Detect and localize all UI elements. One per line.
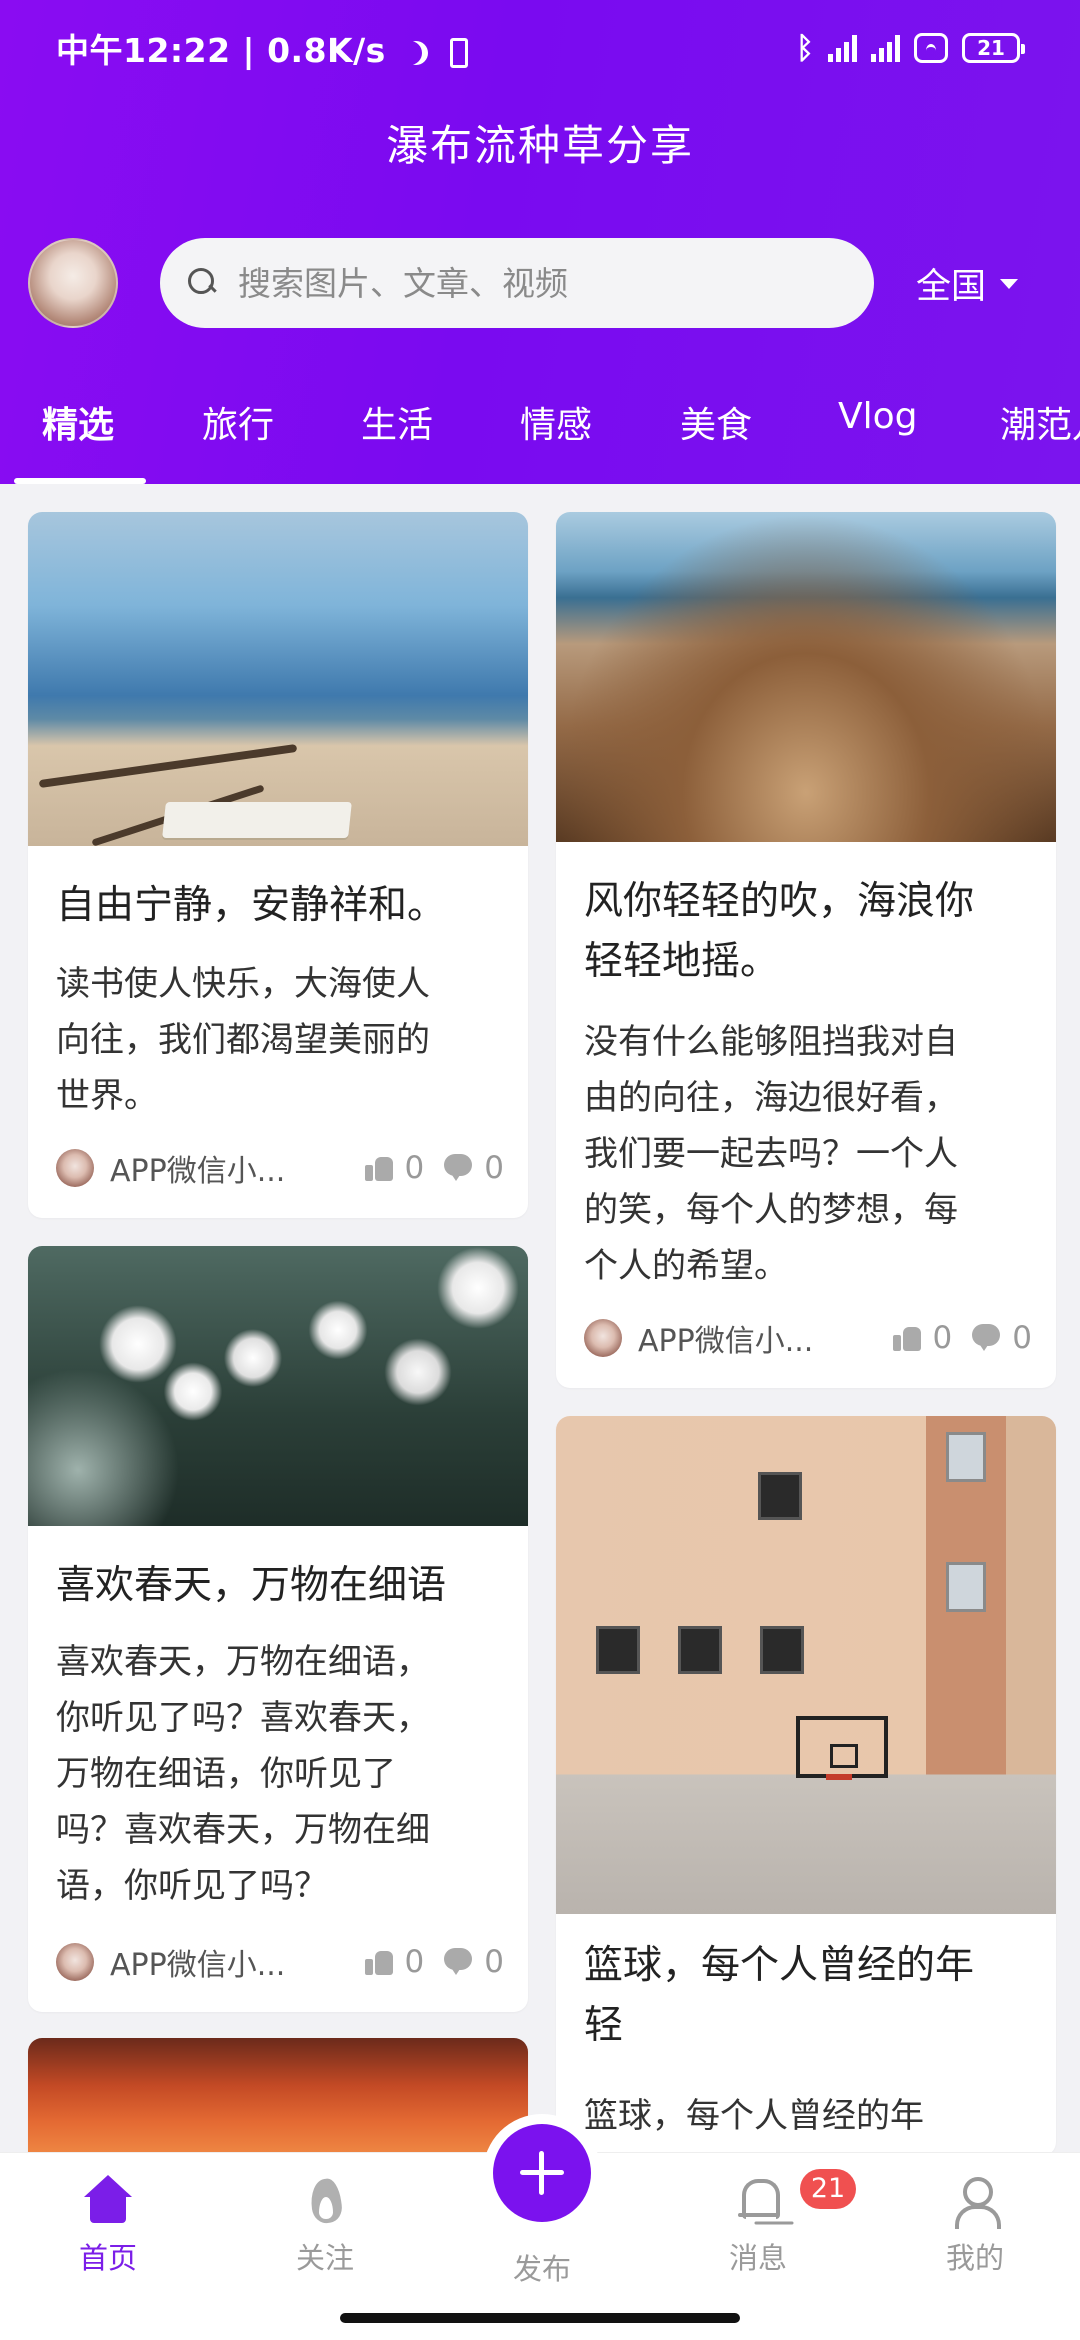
feed-card[interactable]: 自由宁静，安静祥和。 读书使人快乐，大海使人 向往，我们都渴望美丽的 世界。 A… xyxy=(28,512,528,1218)
tab-food[interactable]: 美食 xyxy=(680,396,752,448)
feed-card[interactable]: 风你轻轻的吹，海浪你 轻轻地摇。 没有什么能够阻挡我对自 由的向往，海边很好看，… xyxy=(556,512,1056,1388)
bluetooth-icon: ᛒ xyxy=(796,30,814,66)
publish-label: 发布 xyxy=(512,2252,571,2286)
home-indicator[interactable] xyxy=(340,2313,740,2323)
header: 中午12:22 | 0.8K/s ᛒ 21 瀑布流种草分享 全国 精选 旅行 生… xyxy=(0,0,1080,484)
nav-home-label: 首页 xyxy=(78,2241,137,2275)
author-name[interactable]: APP微信小... xyxy=(638,1316,873,1360)
like-stat[interactable]: 0 xyxy=(364,1944,424,1980)
card-image-shells-beach xyxy=(556,512,1056,842)
tab-fashion[interactable]: 潮范儿 xyxy=(1000,396,1080,448)
like-stat[interactable]: 0 xyxy=(892,1320,952,1356)
nav-mine-label: 我的 xyxy=(945,2241,1004,2275)
card-meta: APP微信小... 0 0 xyxy=(56,1146,504,1190)
nav-mine[interactable]: 我的 xyxy=(915,2175,1035,2277)
region-selector[interactable]: 全国 xyxy=(916,258,1019,309)
author-name[interactable]: APP微信小... xyxy=(110,1940,345,1984)
region-label: 全国 xyxy=(916,267,987,307)
nav-follow-label: 关注 xyxy=(295,2241,354,2275)
battery-icon: 21 xyxy=(962,33,1025,63)
fire-icon xyxy=(299,2175,351,2227)
card-title: 喜欢春天，万物在细语 xyxy=(56,1563,447,1608)
search-input[interactable] xyxy=(238,263,838,303)
card-description: 读书使人快乐，大海使人 向往，我们都渴望美丽的 世界。 xyxy=(56,964,430,1116)
signal-icon-2 xyxy=(871,34,900,62)
comment-icon xyxy=(444,1154,474,1182)
search-icon xyxy=(188,268,218,298)
unread-badge: 21 xyxy=(800,2169,856,2209)
tab-vlog[interactable]: Vlog xyxy=(838,396,918,437)
card-title: 自由宁静，安静祥和。 xyxy=(56,883,447,928)
author-avatar[interactable] xyxy=(56,1943,94,1981)
feed-card[interactable]: 篮球，每个人曾经的年 轻 篮球，每个人曾经的年 xyxy=(556,1416,1056,2156)
card-image-cherry-blossom xyxy=(28,1246,528,1526)
comment-icon xyxy=(972,1324,1002,1352)
page-title: 瀑布流种草分享 xyxy=(385,121,694,170)
active-tab-indicator xyxy=(14,478,146,484)
do-not-disturb-icon xyxy=(404,41,428,65)
nav-follow[interactable]: 关注 xyxy=(265,2175,385,2277)
comment-stat[interactable]: 0 xyxy=(444,1944,504,1980)
tab-life[interactable]: 生活 xyxy=(361,396,433,448)
nav-messages[interactable]: 21 消息 xyxy=(698,2169,856,2277)
wifi-icon xyxy=(914,33,948,63)
card-image-sunset xyxy=(28,2038,528,2158)
publish-button[interactable] xyxy=(493,2124,591,2222)
like-stat[interactable]: 0 xyxy=(364,1150,424,1186)
home-icon xyxy=(82,2175,134,2227)
card-image-basketball-court xyxy=(556,1416,1056,1914)
thumbs-up-icon xyxy=(364,1949,395,1975)
nav-home[interactable]: 首页 xyxy=(48,2175,168,2277)
tab-travel[interactable]: 旅行 xyxy=(202,396,274,448)
feed-card[interactable]: 喜欢春天，万物在细语 喜欢春天，万物在细语， 你听见了吗？喜欢春天， 万物在细语… xyxy=(28,1246,528,2012)
thumbs-up-icon xyxy=(364,1155,395,1181)
user-icon xyxy=(949,2175,1001,2229)
tab-emotion[interactable]: 情感 xyxy=(520,396,592,448)
tab-featured[interactable]: 精选 xyxy=(42,396,114,448)
comment-stat[interactable]: 0 xyxy=(972,1320,1032,1356)
status-icons: ᛒ 21 xyxy=(796,30,1025,66)
search-bar[interactable] xyxy=(160,238,874,328)
author-name[interactable]: APP微信小... xyxy=(110,1146,345,1190)
card-description: 篮球，每个人曾经的年 xyxy=(584,2096,924,2136)
author-avatar[interactable] xyxy=(56,1149,94,1187)
user-avatar[interactable] xyxy=(28,238,118,328)
nav-messages-label: 消息 xyxy=(728,2241,787,2275)
bell-icon: 21 xyxy=(732,2169,856,2227)
status-time-speed: 中午12:22 | 0.8K/s xyxy=(56,24,468,72)
signal-icon xyxy=(828,34,857,62)
comment-icon xyxy=(444,1948,474,1976)
vibrate-icon xyxy=(449,38,468,68)
card-title: 风你轻轻的吹，海浪你 轻轻地摇。 xyxy=(584,879,975,984)
card-meta: APP微信小... 0 0 xyxy=(584,1316,1032,1360)
author-avatar[interactable] xyxy=(584,1319,622,1357)
card-description: 喜欢春天，万物在细语， 你听见了吗？喜欢春天， 万物在细语，你听见了 吗？喜欢春… xyxy=(56,1642,430,1906)
status-time-text: 中午12:22 | 0.8K/s xyxy=(56,31,386,70)
status-bar: 中午12:22 | 0.8K/s ᛒ 21 xyxy=(0,0,1080,100)
comment-stat[interactable]: 0 xyxy=(444,1150,504,1186)
thumbs-up-icon xyxy=(892,1325,923,1351)
category-tabs: 精选 旅行 生活 情感 美食 Vlog 潮范儿 xyxy=(0,388,1080,484)
caret-down-icon xyxy=(1000,278,1019,289)
card-title: 篮球，每个人曾经的年 轻 xyxy=(584,1943,975,2048)
card-image-beach-book xyxy=(28,512,528,847)
card-description: 没有什么能够阻挡我对自 由的向往，海边很好看， 我们要一起去吗？一个人 的笑，每… xyxy=(584,1022,958,1286)
card-meta: APP微信小... 0 0 xyxy=(56,1940,504,1984)
